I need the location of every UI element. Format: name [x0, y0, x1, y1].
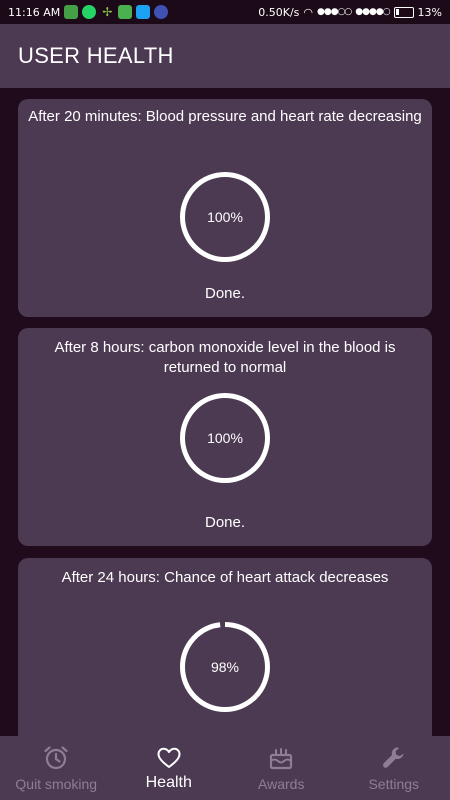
network-speed: 0.50K/s [258, 5, 300, 19]
progress-label: 100% [207, 430, 243, 446]
chat-icon [154, 5, 169, 19]
page-title: USER HEALTH [18, 43, 174, 68]
health-card: After 24 hours: Chance of heart attack d… [18, 558, 432, 736]
battery-level: 13% [417, 5, 442, 19]
nav-health[interactable]: Health [113, 736, 226, 800]
nav-label: Quit smoking [15, 776, 98, 792]
wrench-icon [382, 747, 404, 768]
progress-ring: 98% [178, 620, 272, 714]
message-icon [118, 5, 133, 19]
card-title: After 8 hours: carbon monoxide level in … [54, 339, 396, 376]
signal-icon: ●●●○○ [317, 7, 352, 17]
cake-icon [270, 748, 293, 770]
bottom-navigation: Quit smoking Health Awards Settings [0, 736, 450, 800]
green-app-icon [64, 5, 79, 19]
nav-quit-smoking[interactable]: Quit smoking [0, 736, 113, 800]
status-time: 11:16 AM [8, 5, 61, 19]
card-status: Done. [204, 285, 246, 302]
progress-ring: 100% [178, 391, 272, 485]
app-bar: USER HEALTH [0, 24, 450, 88]
status-right: 0.50K/s ◠ ●●●○○ ●●●●○ 13% [258, 6, 442, 19]
card-title: After 24 hours: Chance of heart attack d… [61, 569, 389, 586]
signal-icon-2: ●●●●○ [355, 7, 390, 17]
health-list[interactable]: After 20 minutes: Blood pressure and hea… [0, 88, 450, 736]
nav-label: Health [145, 774, 192, 791]
card-title: After 20 minutes: Blood pressure and hea… [28, 108, 422, 125]
card-status: Done. [204, 514, 246, 531]
nav-awards[interactable]: Awards [225, 736, 338, 800]
alarm-clock-icon [44, 746, 68, 770]
whatsapp-icon [82, 5, 97, 19]
twitter-icon [136, 5, 151, 19]
plant-icon: ✢ [102, 5, 113, 19]
nav-label: Settings [368, 776, 420, 792]
status-bar: 11:16 AM ✢ 0.50K/s ◠ ●●●○○ ●●●●○ 13% [0, 0, 450, 24]
progress-label: 100% [207, 209, 243, 225]
battery-icon [393, 6, 414, 18]
nav-settings[interactable]: Settings [338, 736, 450, 800]
nav-label: Awards [258, 776, 305, 792]
progress-ring: 100% [178, 170, 272, 264]
heart-icon [157, 747, 181, 768]
progress-label: 98% [210, 659, 240, 675]
health-card: After 20 minutes: Blood pressure and hea… [18, 99, 432, 317]
health-card: After 8 hours: carbon monoxide level in … [18, 328, 432, 546]
wifi-icon: ◠ [303, 5, 314, 19]
status-left: 11:16 AM ✢ [8, 5, 169, 19]
